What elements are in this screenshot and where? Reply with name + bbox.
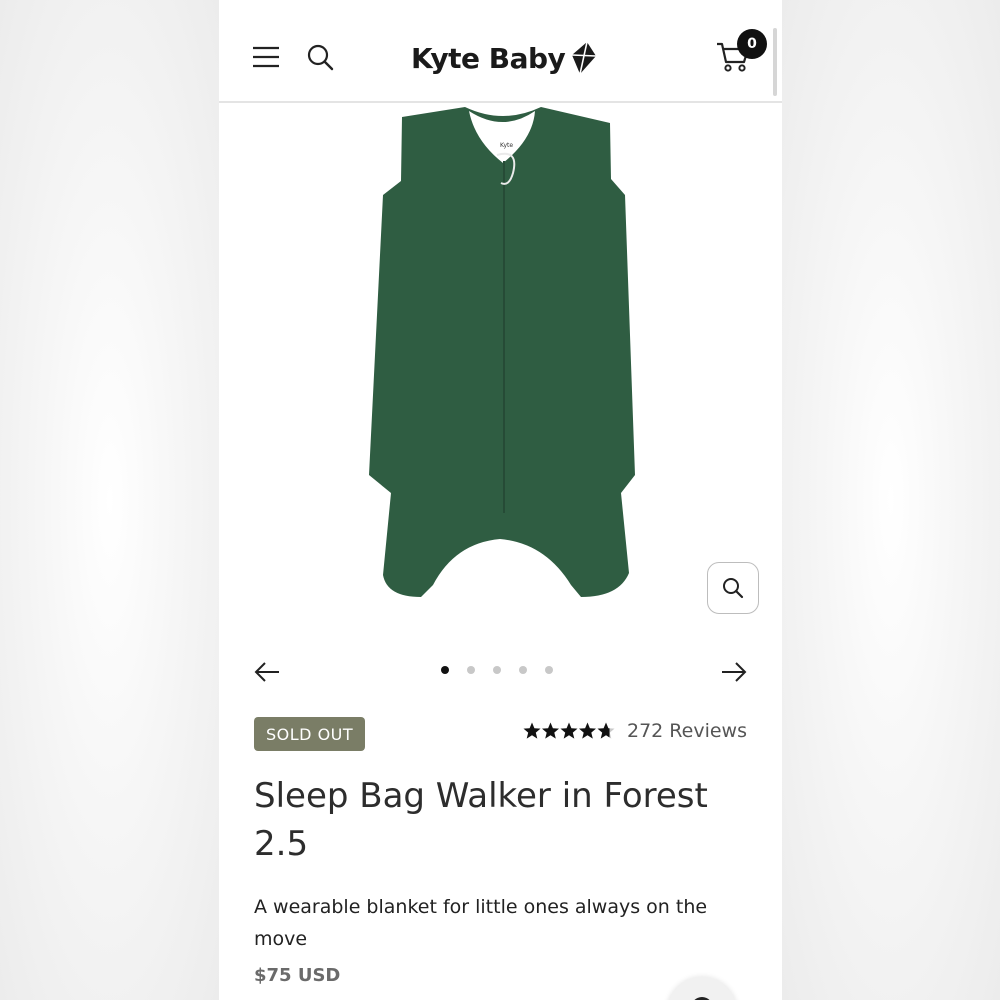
product-image[interactable]: Kyte xyxy=(219,103,782,633)
background-right xyxy=(782,0,1000,1000)
previous-slide-button[interactable] xyxy=(252,658,282,686)
carousel-dot[interactable] xyxy=(467,666,475,674)
hamburger-menu-icon[interactable] xyxy=(251,42,281,72)
sleep-bag-garment xyxy=(369,107,635,597)
zoom-button[interactable] xyxy=(707,562,759,614)
brand-logo[interactable]: Kyte Baby xyxy=(411,36,597,80)
site-header: Kyte Baby 0 xyxy=(219,0,782,103)
carousel-dot[interactable] xyxy=(493,666,501,674)
background-left xyxy=(0,0,220,1000)
product-rating[interactable]: 272 Reviews xyxy=(523,720,747,742)
arrow-left-icon xyxy=(254,662,279,682)
svg-text:Kyte: Kyte xyxy=(500,142,513,149)
mobile-page: Kyte Baby 0 Kyte SOLD OUT 272 Reviews Sl… xyxy=(219,0,782,1000)
carousel-dots xyxy=(441,666,553,674)
arrow-right-icon xyxy=(722,662,747,682)
product-title: Sleep Bag Walker in Forest 2.5 xyxy=(254,776,708,864)
sold-out-badge: SOLD OUT xyxy=(254,717,366,751)
kite-icon xyxy=(572,41,597,75)
carousel-dot[interactable] xyxy=(545,666,553,674)
cart-count-badge: 0 xyxy=(737,29,767,59)
product-description: A wearable blanket for little ones alway… xyxy=(254,896,708,950)
carousel-dot[interactable] xyxy=(519,666,527,674)
reviews-link[interactable]: 272 Reviews xyxy=(627,720,747,742)
product-price: $75 USD xyxy=(254,965,341,986)
zoom-icon xyxy=(723,578,744,599)
scrollbar xyxy=(773,28,777,96)
search-icon[interactable] xyxy=(305,42,335,72)
rating-stars xyxy=(523,722,615,740)
brand-name: Kyte Baby xyxy=(411,41,566,75)
next-slide-button[interactable] xyxy=(719,658,749,686)
chat-button[interactable] xyxy=(667,977,737,1000)
carousel-dot[interactable] xyxy=(441,666,449,674)
